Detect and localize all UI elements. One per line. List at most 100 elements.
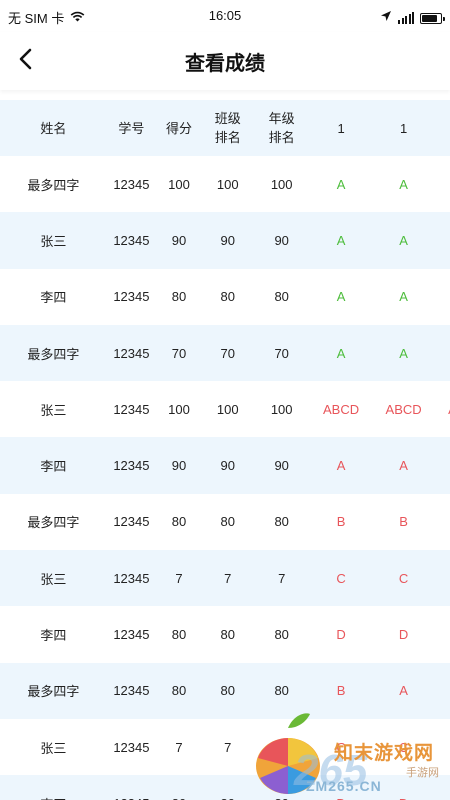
table-row[interactable]: 张三12345100100100ABCDABCDABCDABCD (0, 381, 450, 438)
cell-answer-3: C (435, 550, 450, 606)
cell-name: 最多四字 (27, 515, 80, 531)
cell-score: 80 (171, 289, 187, 305)
cell-grade-rank: 80 (274, 514, 289, 530)
cell-grade-rank: 90 (274, 232, 289, 248)
table-row[interactable]: 张三12345777CCCC (0, 550, 450, 607)
table-row[interactable]: 李四12345808080DDDD (0, 606, 450, 663)
cell-answer-3: C (435, 719, 450, 775)
cell-name: 张三 (40, 233, 67, 249)
header-grade-rank-line1: 年级 (268, 111, 295, 126)
table-row[interactable]: 最多四字12345100100100AAAA (0, 156, 450, 213)
signal-icon (398, 12, 414, 24)
cell-name: 张三 (40, 402, 67, 418)
header-class-rank: 班级 排名 (202, 100, 254, 156)
cell-class-rank: 80 (220, 514, 235, 530)
cell-student-id: 12345 (113, 683, 150, 699)
cell-answer-3: A (435, 212, 450, 268)
table-header-row: 姓名 学号 得分 班级排名 年级排名 1 1 1 1 (0, 100, 450, 156)
header-student-id: 学号 (118, 120, 145, 136)
table-row[interactable]: 李四12345909090AAAA (0, 437, 450, 494)
cell-student-id: 12345 (113, 232, 150, 248)
cell-name: 李四 (40, 459, 67, 475)
cell-name: 最多四字 (27, 684, 80, 700)
cell-answer-2: D (372, 775, 435, 800)
header-score: 得分 (166, 120, 193, 136)
cell-answer-1: A (336, 176, 346, 192)
nav-bar: 查看成绩 (0, 32, 450, 90)
cell-class-rank: 7 (224, 739, 232, 755)
cell-answer-2: A (399, 289, 408, 305)
cell-answer-3: A (435, 325, 450, 381)
cell-answer-2: C (398, 570, 409, 586)
battery-icon (420, 12, 445, 24)
cell-answer-1: C (336, 739, 346, 755)
cell-grade-rank: 100 (270, 401, 293, 417)
cell-name: 张三 (40, 740, 67, 756)
header-grade-rank: 年级 排名 (254, 100, 310, 156)
table-row[interactable]: 最多四字12345808080BBBB (0, 493, 450, 551)
cell-student-id: 12345 (113, 627, 150, 643)
cell-score: 7 (175, 570, 183, 586)
cell-answer-3: A (435, 437, 450, 493)
cell-name: 李四 (40, 628, 67, 644)
table-row[interactable]: 张三12345777CCCC (0, 718, 450, 776)
cell-answer-1: ABCD (323, 401, 360, 417)
cell-name: 李四 (0, 775, 107, 800)
cell-name: 李四 (40, 290, 67, 306)
cell-score: 80 (171, 627, 187, 643)
cell-answer-1: A (336, 458, 346, 474)
score-table-container[interactable]: 姓名 学号 得分 班级排名 年级排名 1 1 1 1 最多四字123451001… (0, 100, 450, 800)
cell-answer-3: A (435, 156, 450, 212)
cell-score: 80 (171, 514, 187, 530)
cell-name: 最多四字 (27, 177, 80, 193)
cell-student-id: 12345 (113, 289, 150, 305)
cell-student-id: 12345 (113, 176, 150, 192)
cell-score: 70 (171, 345, 187, 361)
cell-answer-1: D (310, 775, 373, 800)
cell-student-id: 12345 (113, 514, 150, 530)
cell-grade-rank: 7 (278, 739, 286, 755)
score-table: 姓名 学号 得分 班级排名 年级排名 1 1 1 1 最多四字123451001… (0, 100, 450, 800)
cell-grade-rank: 80 (274, 289, 289, 305)
cell-answer-1: C (336, 570, 346, 586)
cell-answer-2: B (399, 514, 408, 530)
cell-name: 最多四字 (27, 346, 80, 362)
cell-score: 100 (168, 401, 190, 417)
cell-grade-rank: 80 (274, 627, 289, 643)
cell-grade-rank: 80 (274, 683, 289, 699)
cell-answer-3: D (435, 606, 450, 662)
header-grade-rank-line2: 排名 (268, 130, 295, 145)
cell-class-rank: 80 (202, 775, 254, 800)
table-row[interactable]: 张三12345909090AAAA (0, 212, 450, 269)
table-row[interactable]: 李四12345808080DDDD (0, 775, 450, 800)
cell-answer-2: A (399, 232, 408, 248)
cell-student-id: 12345 (113, 458, 150, 474)
cell-answer-2: D (398, 627, 409, 643)
header-question-2: 1 (399, 120, 408, 136)
cell-answer-2: C (398, 739, 409, 755)
table-row[interactable]: 最多四字12345808080BAAA (0, 662, 450, 719)
cell-answer-3: B (435, 494, 450, 550)
cell-answer-3: ABCD (435, 381, 450, 437)
cell-class-rank: 7 (224, 570, 232, 586)
cell-score: 90 (171, 458, 187, 474)
page-title: 查看成绩 (185, 53, 265, 75)
cell-class-rank: 80 (220, 627, 235, 643)
cell-student-id: 12345 (107, 775, 156, 800)
status-right (380, 9, 445, 27)
cell-student-id: 12345 (113, 739, 150, 755)
cell-answer-1: D (336, 627, 346, 643)
cell-score: 90 (171, 232, 187, 248)
header-class-rank-line1: 班级 (214, 111, 241, 126)
cell-class-rank: 100 (216, 176, 239, 192)
cell-answer-1: B (336, 514, 346, 530)
cell-class-rank: 100 (216, 401, 239, 417)
cell-answer-2: A (399, 176, 408, 192)
table-row[interactable]: 李四12345808080AAAA (0, 268, 450, 325)
header-question-1: 1 (337, 120, 345, 136)
cell-answer-2: ABCD (385, 401, 422, 417)
table-row[interactable]: 最多四字12345707070AAAA (0, 324, 450, 382)
cell-student-id: 12345 (113, 345, 150, 361)
cell-class-rank: 80 (220, 289, 235, 305)
cell-answer-1: B (336, 683, 346, 699)
